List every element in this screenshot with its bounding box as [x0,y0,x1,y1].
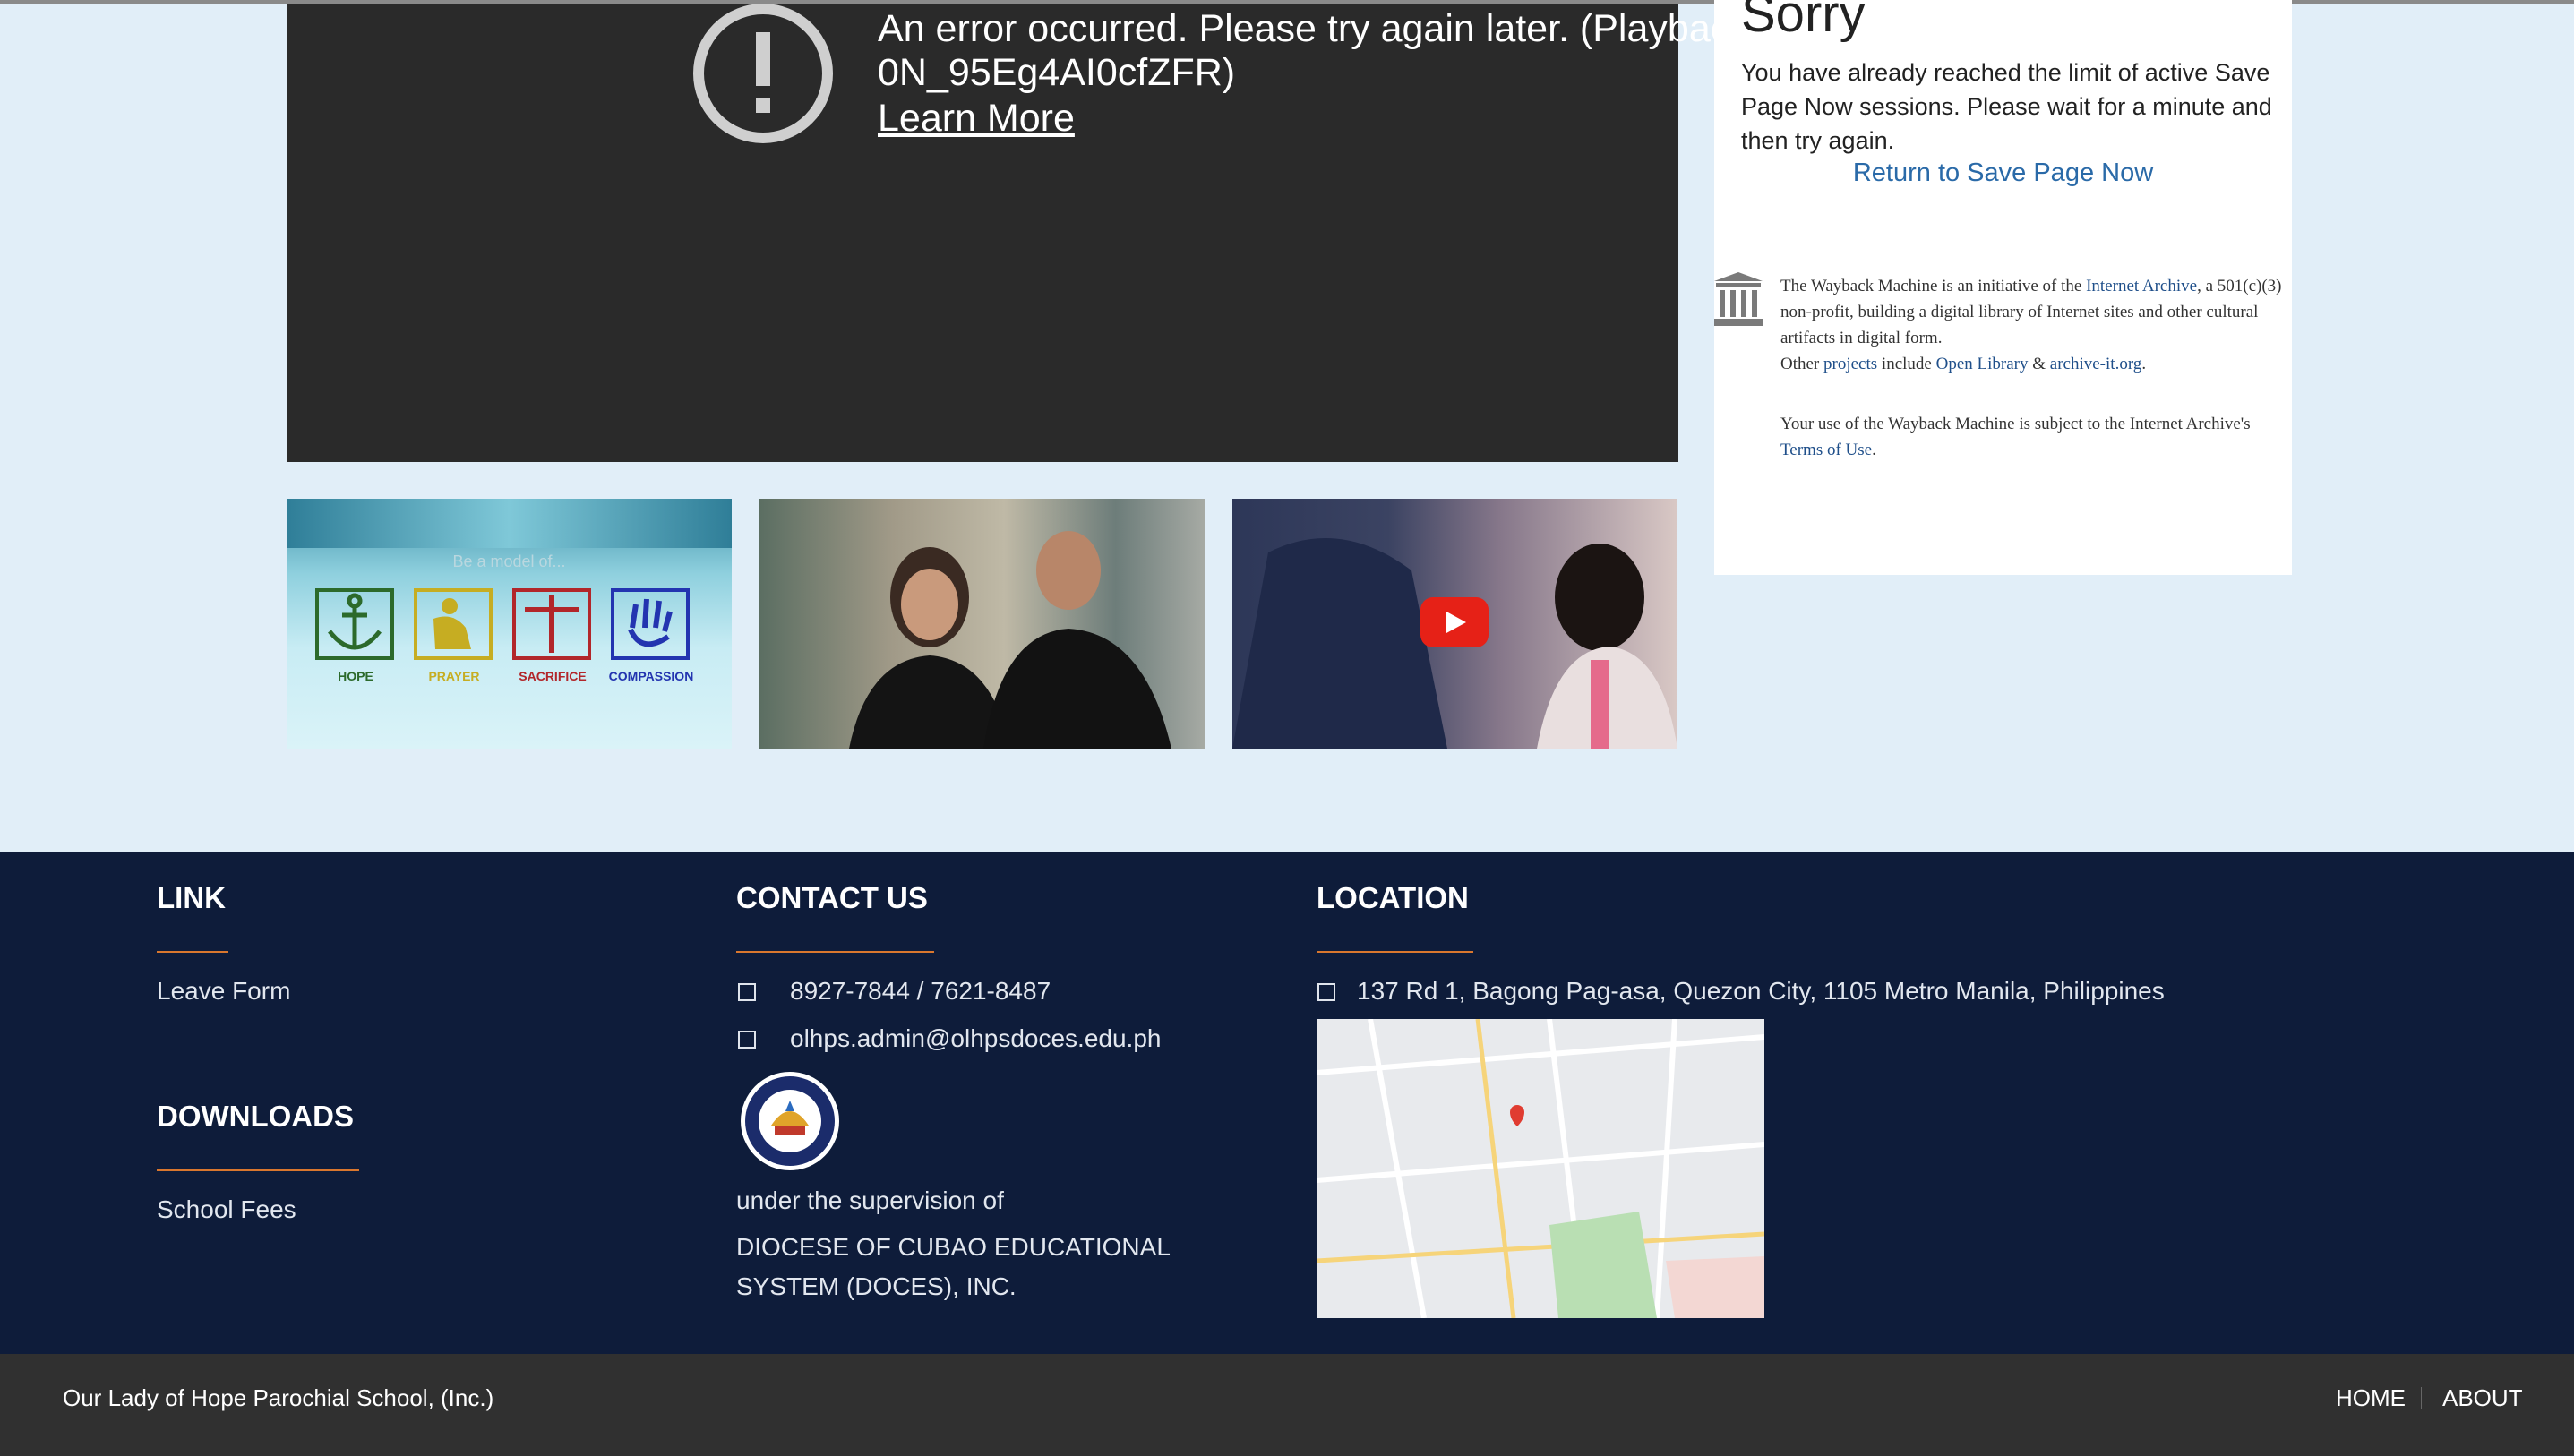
wb-text-segment: The Wayback Machine is an initiative of … [1780,277,2087,295]
diocese-name-line1: DIOCESE OF CUBAO EDUCATIONAL [736,1233,1171,1261]
archive-building-icon [1714,272,1763,326]
error-exclamation-icon [693,4,833,143]
virtue-label: SACRIFICE [519,669,587,683]
wb-text-segment: . [2141,355,2147,373]
open-library-link[interactable]: Open Library [1936,355,2029,373]
wb-text-segment: . [1872,441,1876,459]
virtue-label: COMPASSION [608,669,694,683]
virtue-label: HOPE [338,669,373,683]
supervision-text: under the supervision of [736,1186,1004,1214]
youtube-play-icon[interactable] [1420,597,1489,647]
location-map[interactable] [1317,1019,1764,1318]
copyright-text: Our Lady of Hope Parochial School, (Inc.… [63,1384,494,1411]
email-address[interactable]: olhps.admin@olhpsdoces.edu.ph [790,1024,1161,1053]
phone-bullet-icon [738,983,756,1001]
virtues-heading: Be a model of... [452,552,566,570]
heading-underline [736,951,934,953]
wb-text-segment: Other [1780,355,1824,373]
video-thumbnail-virtues[interactable]: Be a model of... HOPE PRAYER SACRIFICE C… [287,499,732,749]
bottom-bar: Our Lady of Hope Parochial School, (Inc.… [0,1354,2574,1456]
address-text: 137 Rd 1, Bagong Pag-asa, Quezon City, 1… [1357,977,2165,1005]
virtue-label: PRAYER [428,669,480,683]
school-fees-link[interactable]: School Fees [157,1195,296,1224]
nav-separator [2421,1387,2422,1409]
people-image [849,531,1171,749]
internet-archive-link[interactable]: Internet Archive [2086,277,2197,295]
location-bullet-icon [1317,983,1335,1001]
learn-more-link[interactable]: Learn More [878,97,1075,141]
doces-seal-logo [741,1072,839,1170]
heading-underline [157,951,228,953]
save-page-now-panel: Sorry You have already reached the limit… [1714,0,2292,575]
diocese-name-line2: SYSTEM (DOCES), INC. [736,1272,1017,1300]
wb-text-segment: Your use of the Wayback Machine is subje… [1780,415,2251,433]
email-bullet-icon [738,1031,756,1049]
wayback-terms-text: Your use of the Wayback Machine is subje… [1780,411,2282,463]
video-thumbnail-interview[interactable] [759,499,1205,749]
nav-about-link[interactable]: ABOUT [2442,1384,2523,1412]
projects-link[interactable]: projects [1823,355,1877,373]
heading-underline [1317,951,1473,953]
sorry-heading: Sorry [1741,0,1866,43]
archive-it-link[interactable]: archive-it.org [2050,355,2142,373]
hand-icon [611,588,690,660]
wayback-info-text: The Wayback Machine is an initiative of … [1780,273,2282,377]
anchor-icon [315,588,394,660]
sorry-message: You have already reached the limit of ac… [1741,59,2272,154]
downloads-heading: DOWNLOADS [157,1100,354,1133]
nav-home-link[interactable]: HOME [2336,1384,2406,1412]
praying-figure-icon [414,588,493,660]
video-player[interactable]: An error occurred. Please try again late… [287,4,1941,462]
location-heading: LOCATION [1317,881,1469,914]
wb-text-segment: & [2028,355,2050,373]
wb-text-segment: include [1877,355,1936,373]
video-thumbnail-classroom[interactable] [1232,499,1677,749]
terms-of-use-link[interactable]: Terms of Use [1780,441,1872,459]
phone-number: 8927-7844 / 7621-8487 [790,977,1051,1005]
crucifix-icon [512,588,591,660]
map-image [1317,1019,1764,1318]
contact-heading: CONTACT US [736,881,928,914]
leave-form-link[interactable]: Leave Form [157,977,290,1006]
heading-underline [157,1169,359,1171]
return-to-save-page-now-link[interactable]: Return to Save Page Now [1714,158,2292,188]
link-heading: LINK [157,881,226,914]
site-footer [0,852,2574,1354]
